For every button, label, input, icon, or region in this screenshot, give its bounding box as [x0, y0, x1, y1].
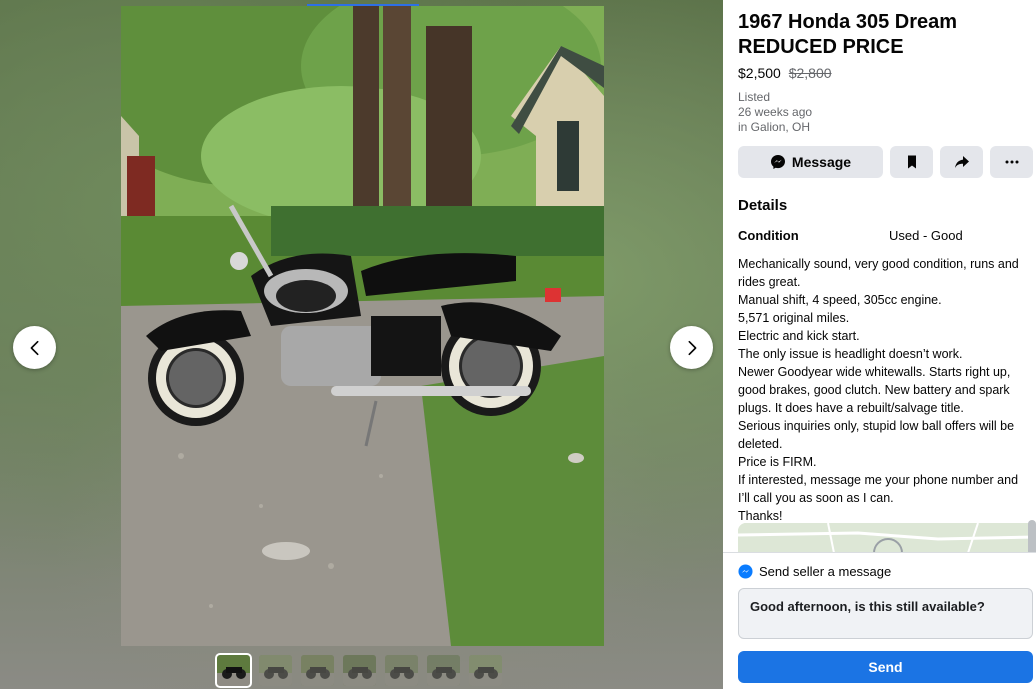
photo-thumbnail[interactable]: [301, 655, 334, 686]
photo-thumbnail[interactable]: [385, 655, 418, 686]
description-line: If interested, message me your phone num…: [738, 473, 1019, 505]
messenger-icon: [770, 155, 785, 169]
details-scroll-area[interactable]: 1967 Honda 305 Dream REDUCED PRICE $2,50…: [723, 0, 1036, 552]
photo-thumbnail[interactable]: [427, 655, 460, 686]
listing-title: 1967 Honda 305 Dream REDUCED PRICE: [738, 10, 1018, 60]
chevron-left-icon: [30, 340, 39, 355]
save-button[interactable]: [890, 146, 933, 178]
listing-description: Mechanically sound, very good condition,…: [738, 255, 1028, 525]
next-photo-button[interactable]: [670, 326, 713, 369]
listed-time: 26 weeks ago: [738, 105, 813, 119]
compose-panel: Send seller a message Good afternoon, is…: [723, 552, 1036, 689]
share-icon: [954, 156, 969, 168]
send-button[interactable]: Send: [738, 651, 1033, 683]
motorcycle-photo: [121, 6, 604, 646]
more-icon: [1005, 160, 1018, 164]
chevron-right-icon: [687, 340, 696, 355]
message-input[interactable]: Good afternoon, is this still available?: [738, 588, 1033, 639]
description-line: Electric and kick start.: [738, 329, 860, 343]
description-line: Manual shift, 4 speed, 305cc engine.: [738, 293, 942, 307]
description-line: The only issue is headlight doesn’t work…: [738, 347, 963, 361]
message-button-label: Message: [791, 154, 852, 170]
send-button-label: Send: [868, 659, 903, 675]
listing-location: in Galion, OH: [738, 120, 811, 134]
listing-title-line1: 1967 Honda 305 Dream: [738, 11, 958, 33]
listing-details-panel: 1967 Honda 305 Dream REDUCED PRICE $2,50…: [723, 0, 1036, 689]
description-line: Price is FIRM.: [738, 455, 817, 469]
photo-thumbnail[interactable]: [469, 655, 502, 686]
message-button[interactable]: Message: [738, 146, 883, 178]
compose-heading: Send seller a message: [759, 564, 892, 579]
description-line: Newer Goodyear wide whitewalls. Starts r…: [738, 365, 1011, 415]
photo-thumbnail[interactable]: [343, 655, 376, 686]
current-price: $2,500: [738, 65, 781, 81]
map-preview: [738, 523, 1036, 553]
condition-label: Condition: [738, 228, 799, 243]
message-input-text: Good afternoon, is this still available?: [750, 599, 985, 614]
media-viewer: [0, 0, 723, 689]
listed-label: Listed: [738, 90, 771, 104]
listing-title-line2: REDUCED PRICE: [738, 36, 904, 58]
description-line: Mechanically sound, very good condition,…: [738, 257, 1019, 289]
more-options-button[interactable]: [990, 146, 1033, 178]
photo-thumbnail[interactable]: [215, 653, 252, 688]
photo-thumbnail[interactable]: [259, 655, 292, 686]
listing-meta: Listed 26 weeks ago in Galion, OH: [738, 90, 1036, 135]
action-row: Message: [738, 146, 1036, 178]
previous-photo-button[interactable]: [13, 326, 56, 369]
description-line: 5,571 original miles.: [738, 311, 850, 325]
location-map[interactable]: [738, 523, 1036, 553]
messenger-icon: [738, 564, 753, 579]
thumbnail-strip: [215, 653, 502, 688]
condition-row: Condition Used - Good: [738, 228, 1036, 243]
compose-header: Send seller a message: [738, 564, 1036, 579]
condition-value: Used - Good: [889, 228, 963, 243]
price-row: $2,500 $2,800: [738, 64, 1036, 82]
details-heading: Details: [738, 197, 788, 214]
listing-photo: [121, 6, 604, 646]
description-line: Serious inquiries only, stupid low ball …: [738, 419, 1015, 451]
original-price: $2,800: [788, 65, 832, 81]
bookmark-icon: [907, 155, 916, 169]
share-button[interactable]: [940, 146, 983, 178]
